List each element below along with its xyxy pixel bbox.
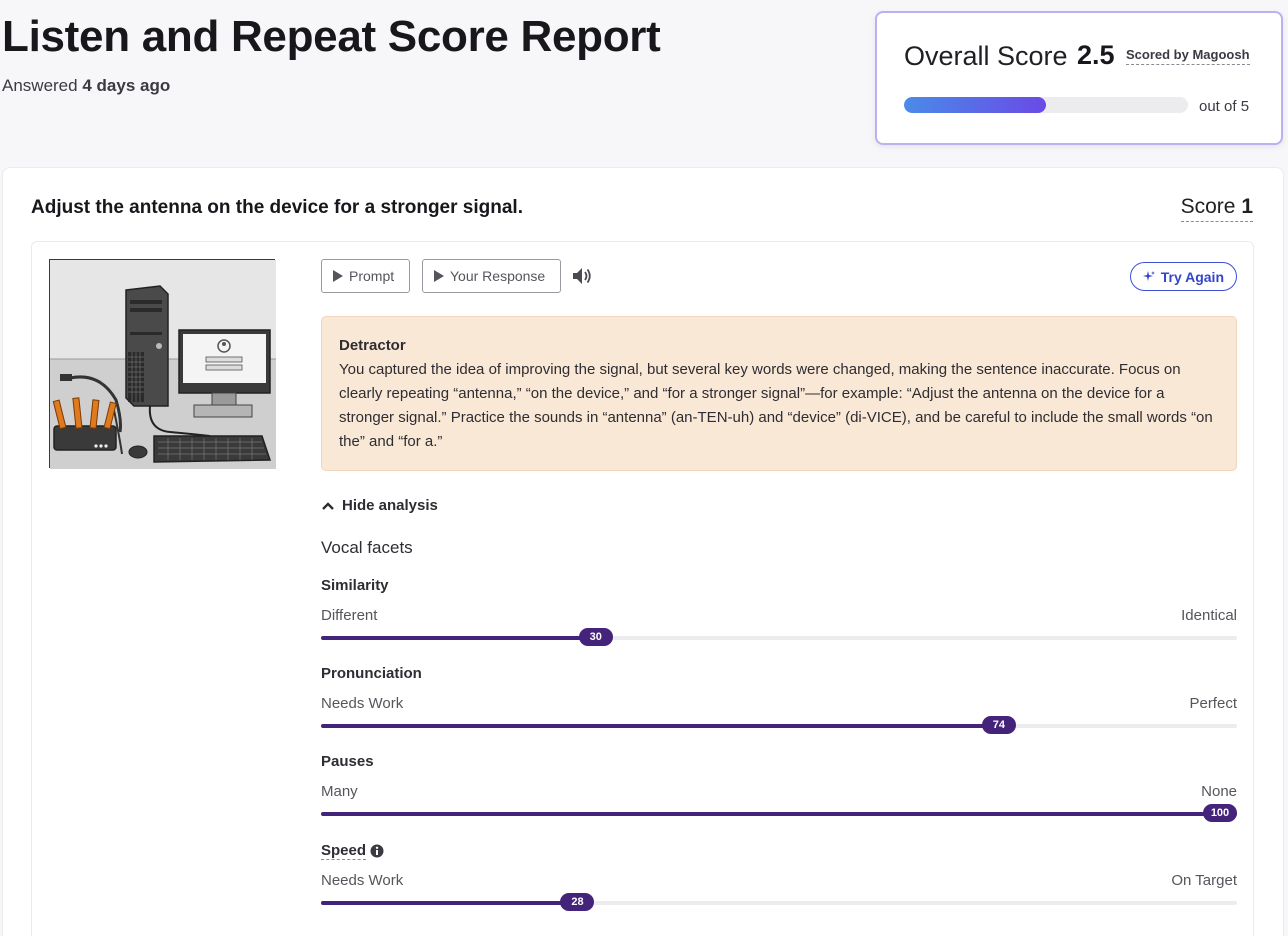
overall-score-bar bbox=[904, 97, 1188, 113]
hide-analysis-label: Hide analysis bbox=[342, 497, 438, 514]
facet-fill bbox=[321, 812, 1237, 816]
facet-scale-labels: Needs Work Perfect bbox=[321, 695, 1237, 712]
overall-score-value: 2.5 bbox=[1077, 40, 1115, 70]
facet-similarity: Similarity Different Identical 30 bbox=[321, 577, 1237, 646]
answered-info: Answered 4 days ago bbox=[2, 76, 170, 96]
detractor-text: You captured the idea of improving the s… bbox=[339, 361, 1213, 450]
try-again-button[interactable]: Try Again bbox=[1129, 262, 1237, 291]
facet-right-label: On Target bbox=[1171, 872, 1237, 889]
info-icon[interactable] bbox=[370, 844, 384, 858]
facet-right-label: Perfect bbox=[1189, 695, 1237, 712]
overall-score-card: Overall Score 2.5 Scored by Magoosh out … bbox=[875, 11, 1283, 145]
facet-left-label: Many bbox=[321, 783, 358, 800]
item-score-label: Score bbox=[1180, 195, 1236, 218]
facet-name: Pauses bbox=[321, 753, 374, 770]
facet-right-label: None bbox=[1201, 783, 1237, 800]
facet-pronunciation: Pronunciation Needs Work Perfect 74 bbox=[321, 665, 1237, 734]
facet-fill bbox=[321, 901, 578, 905]
facet-track: 28 bbox=[321, 893, 1237, 911]
item-score-value: 1 bbox=[1241, 195, 1253, 218]
facet-left-label: Different bbox=[321, 607, 378, 624]
item-card: Adjust the antenna on the device for a s… bbox=[2, 167, 1284, 936]
facet-scale-labels: Needs Work On Target bbox=[321, 872, 1237, 889]
facet-track: 100 bbox=[321, 804, 1237, 822]
facet-right-label: Identical bbox=[1181, 607, 1237, 624]
detractor-title: Detractor bbox=[339, 337, 406, 354]
hide-analysis-toggle[interactable]: Hide analysis bbox=[321, 497, 438, 514]
facet-value-badge: 30 bbox=[578, 628, 613, 646]
facet-left-label: Needs Work bbox=[321, 695, 404, 712]
facet-fill bbox=[321, 636, 596, 640]
facet-name[interactable]: Speed bbox=[321, 842, 367, 860]
overall-out-of: out of 5 bbox=[1199, 98, 1250, 115]
item-score[interactable]: Score 1 bbox=[1180, 195, 1253, 222]
chevron-up-icon bbox=[322, 501, 334, 510]
sparkle-icon bbox=[1142, 270, 1155, 281]
facet-value-badge: 28 bbox=[560, 893, 595, 911]
item-sentence: Adjust the antenna on the device for a s… bbox=[31, 197, 523, 218]
play-icon bbox=[333, 270, 343, 282]
overall-score-label: Overall Score bbox=[904, 41, 1068, 71]
facet-scale-labels: Many None bbox=[321, 783, 1237, 800]
facet-name: Similarity bbox=[321, 577, 389, 594]
answered-when: 4 days ago bbox=[82, 76, 171, 95]
answered-prefix: Answered bbox=[2, 76, 78, 95]
overall-score-bar-fill bbox=[904, 97, 1046, 113]
item-detail-panel: Prompt Your Response Try Again Detractor… bbox=[31, 241, 1254, 936]
facet-speed: Speed Needs Work On Target 28 bbox=[321, 842, 1237, 911]
item-illustration bbox=[49, 259, 276, 469]
detractor-box: Detractor You captured the idea of impro… bbox=[321, 316, 1237, 471]
facet-name: Pronunciation bbox=[321, 665, 422, 682]
facet-value-badge: 74 bbox=[981, 716, 1016, 734]
play-response-label: Your Response bbox=[450, 268, 546, 284]
scored-by-link[interactable]: Scored by Magoosh bbox=[1126, 47, 1250, 65]
speaker-icon[interactable] bbox=[572, 267, 592, 285]
play-response-button[interactable]: Your Response bbox=[422, 259, 561, 293]
facet-fill bbox=[321, 724, 999, 728]
play-prompt-label: Prompt bbox=[349, 268, 395, 284]
play-icon bbox=[434, 270, 444, 282]
facet-value-badge: 100 bbox=[1203, 804, 1237, 822]
facet-scale-labels: Different Identical bbox=[321, 607, 1237, 624]
play-prompt-button[interactable]: Prompt bbox=[321, 259, 410, 293]
facet-left-label: Needs Work bbox=[321, 872, 404, 889]
vocal-facets-title: Vocal facets bbox=[321, 538, 413, 557]
computer-desk-illustration bbox=[50, 260, 276, 469]
facet-track: 30 bbox=[321, 628, 1237, 646]
facet-pauses: Pauses Many None 100 bbox=[321, 753, 1237, 822]
facet-track: 74 bbox=[321, 716, 1237, 734]
try-again-label: Try Again bbox=[1160, 268, 1224, 285]
page-title: Listen and Repeat Score Report bbox=[2, 12, 661, 61]
